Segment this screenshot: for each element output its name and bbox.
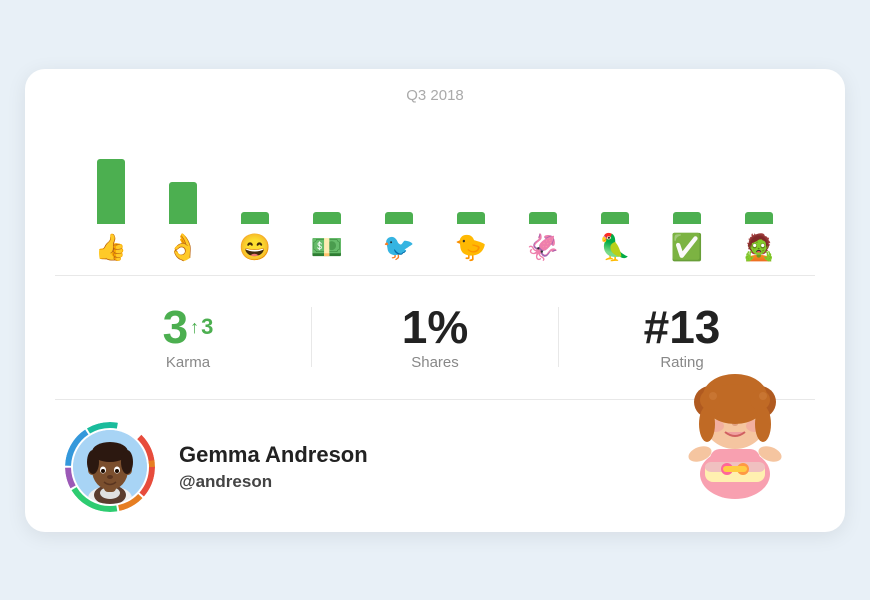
bar-0 bbox=[97, 159, 125, 224]
shares-value: 1% bbox=[312, 304, 558, 350]
bar-group-7 bbox=[579, 149, 651, 224]
karma-number: 3 bbox=[163, 304, 189, 350]
bar-6 bbox=[529, 212, 557, 224]
bar-2 bbox=[241, 212, 269, 224]
bar-container-8 bbox=[651, 149, 723, 224]
bar-4 bbox=[385, 212, 413, 224]
main-card: Q3 2018 👍👌😄💵🐦🐤🦑🦜✅🧟 3 ↑ 3 Karma 1% Shares… bbox=[25, 69, 845, 532]
bar-chart bbox=[25, 114, 845, 224]
bar-container-4 bbox=[363, 149, 435, 224]
emoji-2: 😄 bbox=[219, 232, 291, 263]
profile-handle: @andreson bbox=[179, 472, 368, 492]
bar-group-8 bbox=[651, 149, 723, 224]
bar-group-9 bbox=[723, 149, 795, 224]
emoji-7: 🦜 bbox=[579, 232, 651, 263]
bar-8 bbox=[673, 212, 701, 224]
bar-container-6 bbox=[507, 149, 579, 224]
emoji-5: 🐤 bbox=[435, 232, 507, 263]
bar-5 bbox=[457, 212, 485, 224]
mascot-illustration bbox=[655, 344, 815, 522]
profile-section: Gemma Andreson @andreson bbox=[25, 412, 845, 512]
profile-name: Gemma Andreson bbox=[179, 442, 368, 468]
bar-group-2 bbox=[219, 149, 291, 224]
bar-container-3 bbox=[291, 149, 363, 224]
emoji-row: 👍👌😄💵🐦🐤🦑🦜✅🧟 bbox=[25, 224, 845, 263]
shares-stat: 1% Shares bbox=[312, 304, 558, 371]
divider-1 bbox=[55, 275, 815, 276]
bar-group-3 bbox=[291, 149, 363, 224]
bar-container-9 bbox=[723, 149, 795, 224]
bar-container-1 bbox=[147, 149, 219, 224]
bar-container-0 bbox=[75, 149, 147, 224]
emoji-4: 🐦 bbox=[363, 232, 435, 263]
bar-group-6 bbox=[507, 149, 579, 224]
emoji-0: 👍 bbox=[75, 232, 147, 263]
emoji-8: ✅ bbox=[651, 232, 723, 263]
karma-stat: 3 ↑ 3 Karma bbox=[65, 304, 311, 371]
emoji-9: 🧟 bbox=[723, 232, 795, 263]
bar-3 bbox=[313, 212, 341, 224]
avatar-wrapper bbox=[65, 422, 155, 512]
karma-label: Karma bbox=[65, 354, 311, 371]
shares-label: Shares bbox=[312, 354, 558, 371]
karma-delta: 3 bbox=[201, 316, 213, 338]
bar-container-2 bbox=[219, 149, 291, 224]
bar-1 bbox=[169, 182, 197, 224]
bar-9 bbox=[745, 212, 773, 224]
emoji-6: 🦑 bbox=[507, 232, 579, 263]
emoji-1: 👌 bbox=[147, 232, 219, 263]
bar-7 bbox=[601, 212, 629, 224]
bar-container-5 bbox=[435, 149, 507, 224]
period-label: Q3 2018 bbox=[25, 69, 845, 114]
bar-container-7 bbox=[579, 149, 651, 224]
bar-group-1 bbox=[147, 149, 219, 224]
bar-group-0 bbox=[75, 149, 147, 224]
bar-group-5 bbox=[435, 149, 507, 224]
profile-info: Gemma Andreson @andreson bbox=[179, 442, 368, 492]
emoji-3: 💵 bbox=[291, 232, 363, 263]
karma-value: 3 ↑ 3 bbox=[65, 304, 311, 350]
karma-arrow: ↑ bbox=[190, 318, 199, 336]
avatar bbox=[73, 430, 147, 504]
bar-group-4 bbox=[363, 149, 435, 224]
